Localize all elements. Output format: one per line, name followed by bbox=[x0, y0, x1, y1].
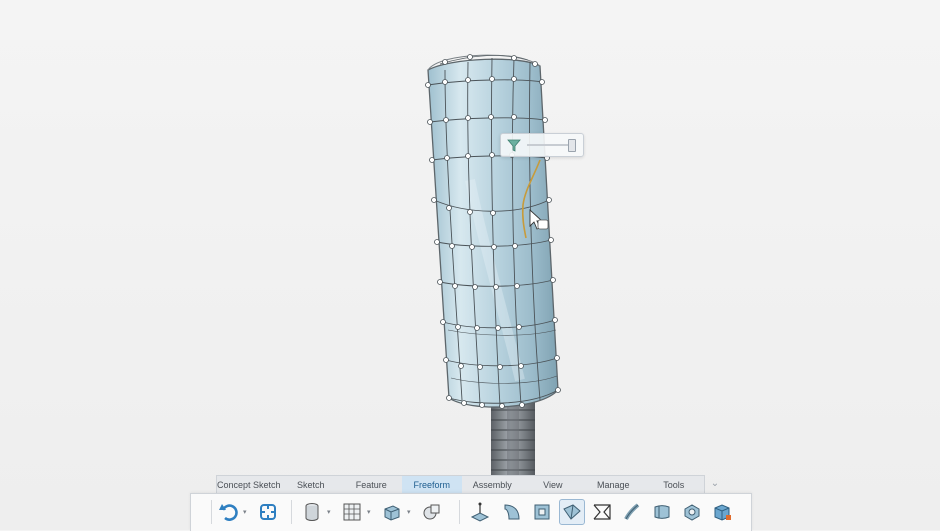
tab-tools[interactable]: Tools bbox=[644, 476, 705, 494]
toolbar-separator bbox=[291, 500, 292, 524]
plane-dropdown-caret[interactable]: ▾ bbox=[367, 508, 371, 516]
edit-point-icon[interactable] bbox=[467, 499, 493, 525]
selection-filter-widget[interactable] bbox=[500, 133, 584, 157]
sweep-icon[interactable] bbox=[619, 499, 645, 525]
tab-concept-sketch[interactable]: Concept Sketch bbox=[217, 476, 281, 494]
undo-dropdown-caret[interactable]: ▾ bbox=[243, 508, 247, 516]
tab-manage[interactable]: Manage bbox=[583, 476, 644, 494]
tab-view[interactable]: View bbox=[523, 476, 584, 494]
extrude-box-icon[interactable] bbox=[379, 499, 405, 525]
bend-surface-icon[interactable] bbox=[499, 499, 525, 525]
handle-shaft bbox=[491, 398, 535, 478]
frame-icon[interactable] bbox=[529, 499, 555, 525]
toolbar-separator bbox=[211, 500, 212, 524]
bridge-icon[interactable] bbox=[589, 499, 615, 525]
undo-icon[interactable] bbox=[215, 499, 241, 525]
plane-grid-icon[interactable] bbox=[339, 499, 365, 525]
tab-freeform[interactable]: Freeform bbox=[401, 476, 463, 494]
extrude-dropdown-caret[interactable]: ▾ bbox=[407, 508, 411, 516]
cylinder-dropdown-caret[interactable]: ▾ bbox=[327, 508, 331, 516]
shell-icon[interactable] bbox=[679, 499, 705, 525]
chevron-down-icon[interactable]: ⌄ bbox=[707, 476, 723, 492]
strength-slider-thumb[interactable] bbox=[568, 139, 577, 152]
freeform-toolbar: ▾ ▾ ▾ ▾ bbox=[190, 493, 752, 531]
regenerate-icon[interactable] bbox=[255, 499, 281, 525]
cylinder-icon[interactable] bbox=[299, 499, 325, 525]
3d-viewport[interactable] bbox=[0, 0, 940, 530]
thicken-icon[interactable] bbox=[649, 499, 675, 525]
cube-icon[interactable] bbox=[709, 499, 735, 525]
boolean-shape-icon[interactable] bbox=[419, 499, 445, 525]
tab-sketch[interactable]: Sketch bbox=[281, 476, 342, 494]
toolbar-separator bbox=[459, 500, 460, 524]
sculpt-icon[interactable] bbox=[559, 499, 585, 525]
tab-assembly[interactable]: Assembly bbox=[462, 476, 523, 494]
ribbon-tab-bar: Concept Sketch Sketch Feature Freeform A… bbox=[216, 475, 705, 494]
filter-icon[interactable] bbox=[506, 137, 522, 153]
tab-feature[interactable]: Feature bbox=[341, 476, 402, 494]
